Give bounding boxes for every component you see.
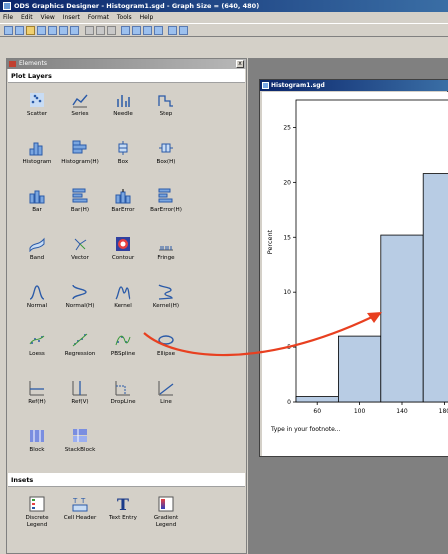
drag-arrow-line [143, 316, 373, 357]
drag-arrow [143, 312, 382, 357]
